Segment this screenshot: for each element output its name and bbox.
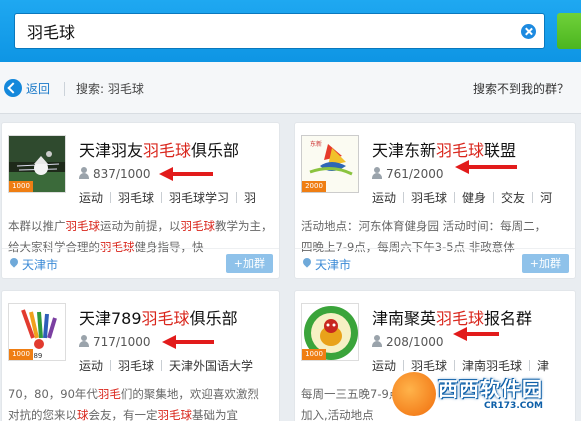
not-found-link[interactable]: 搜索不到我的群？ [473,80,569,97]
member-count: 208/1000 [372,335,444,349]
join-group-button[interactable]: +加群 [225,254,273,273]
group-title[interactable]: 天津789羽毛球俱乐部 [79,305,238,329]
group-description: 每周一三五晚7-9点 加入,活动地点 [301,387,401,421]
red-arrow-icon [159,167,213,181]
tag-list: 运动 羽毛球 天津外国语大学 [79,359,254,373]
group-title[interactable]: 天津羽友羽毛球俱乐部 [79,137,239,161]
nav-bar: 返回 搜索: 羽毛球 搜索不到我的群？ [0,62,581,114]
search-input[interactable] [27,14,507,48]
location-pin-icon [10,258,18,268]
group-title[interactable]: 天津东新羽毛球联盟 [372,137,516,161]
tag-list: 运动 羽毛球 健身 交友河 [372,191,553,205]
clear-icon[interactable] [521,24,536,39]
card-footer: 天津市 +加群 [295,248,575,278]
member-count: 761/2000 [372,167,444,181]
location-text: 天津市 [22,258,59,272]
join-group-button[interactable]: +加群 [521,254,569,273]
watermark-url: CR173.COM [484,401,543,411]
person-icon [79,167,89,179]
avatar: 789 1000 [8,303,66,361]
divider [64,82,65,96]
location-pin-icon [303,258,311,268]
card-footer: 天津市 +加群 [2,248,279,278]
back-link[interactable]: 返回 [26,80,50,97]
member-count: 717/1000 [79,335,151,349]
group-description: 70，80，90年代羽毛们的聚集地，欢迎喜欢激烈 对抗的您来以球会友，有一定羽毛… [8,387,259,421]
capacity-badge: 1000 [302,349,326,360]
red-arrow-icon [455,160,517,174]
person-icon [372,335,382,347]
svg-text:东新: 东新 [310,140,322,148]
group-card[interactable]: 东新 2000 天津东新羽毛球联盟 761/2000 运动 羽毛球 健身 交友河 活动… [294,122,576,279]
red-arrow-icon [162,335,214,349]
member-count: 837/1000 [79,167,151,181]
avatar: 东新 2000 [301,135,359,193]
search-box[interactable] [14,13,545,49]
capacity-badge: 1000 [9,181,33,192]
person-icon [79,335,89,347]
avatar: 1000 [8,135,66,193]
capacity-badge: 1000 [9,349,33,360]
back-icon[interactable] [4,79,22,97]
watermark-circle-icon [392,372,436,416]
tag-list: 运动 羽毛球 羽毛球学习羽 [79,191,257,205]
person-icon [372,167,382,179]
search-button[interactable] [557,13,581,49]
watermark-logo: 西西软件园 CR173.COM [392,368,581,421]
location-text: 天津市 [315,258,352,272]
search-label: 搜索: 羽毛球 [76,82,144,96]
avatar: 1000 [301,303,359,361]
group-card[interactable]: 1000 天津羽友羽毛球俱乐部 837/1000 运动 羽毛球 羽毛球学习羽 本群以… [1,122,280,279]
red-arrow-icon [453,327,499,341]
top-bar [0,0,581,62]
capacity-badge: 2000 [302,181,326,192]
watermark-title: 西西软件园 [438,377,543,401]
group-card[interactable]: 789 1000 天津789羽毛球俱乐部 717/1000 运动 羽毛球 天津外国语… [1,290,280,421]
group-title[interactable]: 津南聚英羽毛球报名群 [372,305,532,329]
